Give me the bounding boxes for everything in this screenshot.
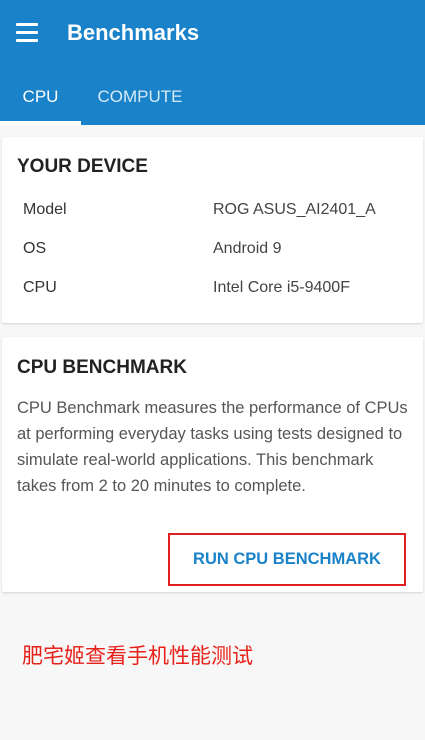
- info-value: Intel Core i5-9400F: [213, 279, 350, 296]
- info-value: Android 9: [213, 240, 282, 257]
- info-key: CPU: [23, 279, 57, 296]
- tab-bar: CPU COMPUTE: [0, 72, 425, 125]
- menu-line: [16, 22, 38, 26]
- app-bar: Benchmarks CPU COMPUTE: [0, 0, 425, 125]
- device-card-title: YOUR DEVICE: [17, 156, 148, 177]
- hamburger-menu-icon[interactable]: [12, 18, 44, 46]
- info-value: ROG ASUS_AI2401_A: [213, 201, 376, 218]
- tab-indicator: [0, 121, 81, 125]
- menu-line: [16, 30, 38, 34]
- info-key: Model: [23, 201, 67, 218]
- cpu-benchmark-card: CPU BENCHMARK CPU Benchmark measures the…: [2, 337, 423, 592]
- your-device-card: YOUR DEVICE Model ROG ASUS_AI2401_A OS A…: [2, 137, 423, 323]
- app-title: Benchmarks: [67, 20, 200, 45]
- benchmark-description: CPU Benchmark measures the performance o…: [17, 399, 408, 495]
- benchmark-card-title: CPU BENCHMARK: [17, 357, 187, 378]
- tab-cpu[interactable]: CPU: [0, 72, 81, 125]
- info-row-cpu: CPU Intel Core i5-9400F: [2, 279, 423, 303]
- info-row-model: Model ROG ASUS_AI2401_A: [2, 201, 423, 225]
- run-cpu-benchmark-button[interactable]: RUN CPU BENCHMARK: [168, 533, 406, 586]
- tab-compute[interactable]: COMPUTE: [81, 72, 199, 125]
- annotation-caption: 肥宅姬查看手机性能测试: [22, 644, 253, 668]
- info-row-os: OS Android 9: [2, 240, 423, 264]
- info-key: OS: [23, 240, 47, 257]
- menu-line: [16, 38, 38, 42]
